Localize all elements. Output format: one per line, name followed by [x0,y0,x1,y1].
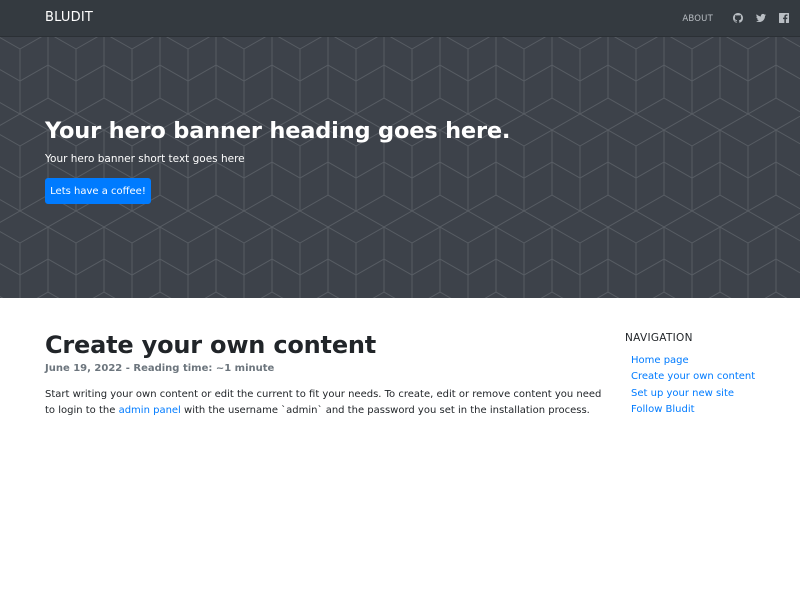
sidebar-item: Home page [631,350,755,366]
twitter-icon[interactable] [752,9,769,26]
post-meta: June 19, 2022 - Reading time: ~1 minute [45,363,275,374]
sidebar-link-home-page[interactable]: Home page [631,355,689,366]
post-body: Start writing your own content or edit t… [45,387,605,419]
sidebar-item: Create your own content [631,366,755,382]
sidebar-title: NAVIGATION [625,332,693,344]
hero-banner: Your hero banner heading goes here. Your… [0,37,800,298]
coffee-button[interactable]: Lets have a coffee! [45,178,151,204]
site-brand-link[interactable]: BLUDIT [45,10,93,25]
sidebar-link-set-up-site[interactable]: Set up your new site [631,388,734,399]
post-body-text-end: with the username `admin` and the passwo… [180,405,590,416]
sidebar-navigation-list: Home page Create your own content Set up… [631,350,755,415]
sidebar-item: Follow Bludit [631,399,755,415]
hero-cube-pattern [0,37,800,298]
top-navbar: BLUDIT ABOUT [0,0,800,37]
github-icon[interactable] [729,9,746,26]
hero-heading: Your hero banner heading goes here. [45,118,511,144]
facebook-icon[interactable] [775,9,792,26]
sidebar-item: Set up your new site [631,383,755,399]
nav-link-about[interactable]: ABOUT [682,12,713,24]
sidebar-link-create-content[interactable]: Create your own content [631,371,755,382]
navbar-links: ABOUT [682,9,792,26]
post-title[interactable]: Create your own content [45,331,376,359]
sidebar-link-follow-bludit[interactable]: Follow Bludit [631,404,695,415]
admin-panel-link[interactable]: admin panel [119,405,181,416]
hero-subtext: Your hero banner short text goes here [45,153,245,165]
